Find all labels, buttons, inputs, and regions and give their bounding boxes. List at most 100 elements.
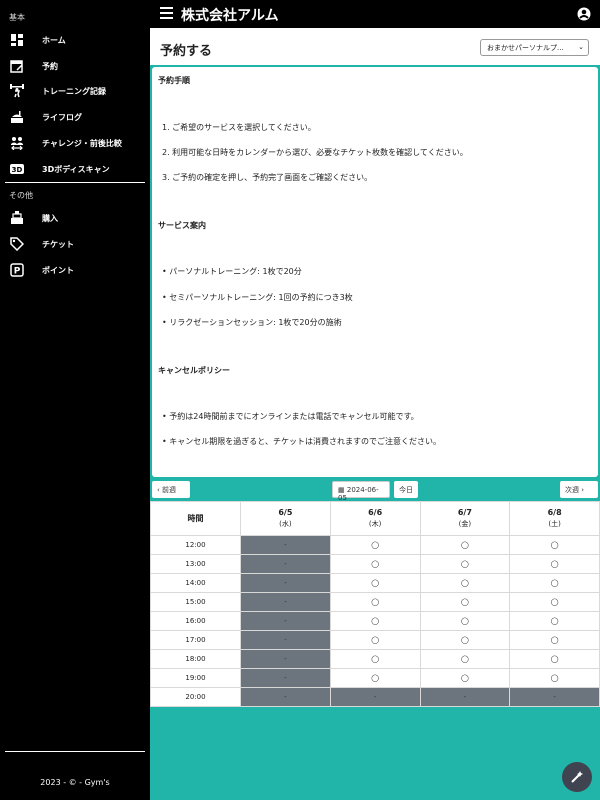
slot-available[interactable]: ◯ [329, 554, 421, 574]
day-header: 6/7 (金) [419, 501, 511, 536]
calendar-icon: ▦ [338, 486, 345, 494]
time-cell: 18:00 [150, 649, 241, 669]
time-cell: 19:00 [150, 668, 241, 688]
time-cell: 12:00 [150, 535, 241, 555]
day-of-week: (水) [279, 520, 292, 528]
sidebar-item-label: ポイント [42, 266, 74, 275]
account-circle-icon[interactable] [577, 7, 591, 21]
sidebar-item-label: 3Dボディスキャン [42, 165, 110, 174]
slot-unavailable: - [240, 630, 331, 650]
slot-available[interactable]: ◯ [329, 592, 421, 612]
day-of-week: (金) [458, 520, 472, 528]
top-app-bar: 株式会社アルム [150, 0, 600, 28]
table-row: 13:00- ◯ ◯ ◯ [150, 554, 600, 574]
next-week-button[interactable]: 次週 › [560, 481, 598, 498]
slot-available[interactable]: ◯ [419, 592, 511, 612]
slot-available[interactable]: ◯ [509, 554, 600, 574]
dashboard-icon [11, 34, 23, 46]
sidebar-item-label: チャレンジ・前後比較 [42, 139, 122, 148]
sidebar-item-label: ホーム [42, 36, 66, 45]
slot-available[interactable]: ◯ [509, 668, 600, 688]
slot-available[interactable]: ◯ [329, 649, 421, 669]
prev-week-button[interactable]: ‹ 前週 [152, 481, 190, 498]
sidebar-divider [5, 751, 145, 752]
day-date: 6/5 [278, 508, 293, 517]
slot-unavailable: - [240, 573, 331, 593]
slot-unavailable: - [240, 535, 331, 555]
sidebar-item-label: ライフログ [42, 113, 82, 122]
slot-unavailable: - [329, 687, 421, 707]
today-button[interactable]: 今日 [394, 481, 418, 498]
sidebar-item-home[interactable]: ホーム [0, 28, 150, 52]
sidebar-item-3d-scan[interactable]: 3D 3Dボディスキャン [0, 157, 150, 181]
wand-icon [571, 771, 583, 783]
slot-available[interactable]: ◯ [419, 573, 511, 593]
slot-unavailable: - [240, 649, 331, 669]
sidebar-item-lifelog[interactable]: ライフログ [0, 105, 150, 129]
next-week-label: 次週 [565, 486, 579, 494]
day-header: 6/6 (木) [329, 501, 421, 536]
time-cell: 20:00 [150, 687, 241, 707]
slot-unavailable: - [240, 611, 331, 631]
sidebar-item-reservation[interactable]: 予約 [0, 54, 150, 78]
slot-available[interactable]: ◯ [509, 592, 600, 612]
table-row: 20:00- - - - [150, 687, 600, 707]
sidebar-item-challenge[interactable]: チャレンジ・前後比較 [0, 131, 150, 155]
day-date: 6/7 [457, 508, 472, 517]
calendar-edit-icon [10, 60, 23, 73]
reservation-info-card: 予約手順 1. ご希望のサービスを選択してください。 2. 利用可能な日時をカレ… [152, 67, 598, 477]
food-icon [11, 111, 23, 123]
slot-available[interactable]: ◯ [419, 649, 511, 669]
slot-available[interactable]: ◯ [509, 611, 600, 631]
hamburger-menu-icon[interactable] [160, 7, 173, 19]
sidebar-item-ticket[interactable]: チケット [0, 232, 150, 256]
3d-icon: 3D [10, 164, 24, 174]
sidebar-item-training-log[interactable]: トレーニング記録 [0, 79, 150, 103]
ticket-tag-icon [10, 237, 24, 251]
sidebar-item-points[interactable]: P ポイント [0, 258, 150, 282]
slot-unavailable: - [240, 554, 331, 574]
slot-unavailable: - [509, 687, 600, 707]
step-item: 3. ご予約の確定を押し、予約完了画面をご確認ください。 [162, 173, 373, 182]
slot-available[interactable]: ◯ [329, 668, 421, 688]
sidebar-item-label: 予約 [42, 62, 58, 71]
table-row: 15:00- ◯ ◯ ◯ [150, 592, 600, 612]
step-item: 1. ご希望のサービスを選択してください。 [162, 123, 316, 132]
slot-available[interactable]: ◯ [329, 630, 421, 650]
slot-available[interactable]: ◯ [419, 554, 511, 574]
slot-available[interactable]: ◯ [419, 630, 511, 650]
sidebar-footer: 2023 - © - Gym's [40, 778, 110, 787]
service-item: • セミパーソナルトレーニング: 1回の予約につき3枚 [162, 293, 353, 302]
edit-fab-button[interactable] [562, 762, 592, 792]
svg-text:P: P [14, 267, 21, 277]
service-item: • リラクゼーションセッション: 1枚で20分の施術 [162, 318, 342, 327]
slot-available[interactable]: ◯ [509, 573, 600, 593]
prev-week-label: 前週 [162, 486, 177, 494]
slot-available[interactable]: ◯ [419, 535, 511, 555]
time-cell: 17:00 [150, 630, 241, 650]
slot-available[interactable]: ◯ [419, 611, 511, 631]
section-label-basic: 基本 [9, 13, 25, 22]
chevron-down-icon: ⌄ [578, 43, 584, 51]
table-row: 17:00- ◯ ◯ ◯ [150, 630, 600, 650]
table-row: 14:00- ◯ ◯ ◯ [150, 573, 600, 593]
schedule-body: 12:00- ◯ ◯ ◯ 13:00- ◯ ◯ ◯ 14:00- ◯ ◯ ◯ 15:00- ◯ ◯ ◯ 16:0… [150, 535, 600, 707]
slot-available[interactable]: ◯ [329, 611, 421, 631]
service-item: • パーソナルトレーニング: 1枚で20分 [162, 267, 302, 276]
slot-available[interactable]: ◯ [509, 649, 600, 669]
service-select[interactable]: おまかせパーソナルプ... ⌄ [480, 39, 589, 56]
chevron-right-icon: › [581, 486, 585, 494]
table-row: 19:00- ◯ ◯ ◯ [150, 668, 600, 688]
slot-available[interactable]: ◯ [329, 535, 421, 555]
slot-available[interactable]: ◯ [329, 573, 421, 593]
slot-available[interactable]: ◯ [509, 535, 600, 555]
day-of-week: (木) [368, 520, 382, 528]
service-select-value: おまかせパーソナルプ... [487, 44, 564, 52]
sidebar-item-purchase[interactable]: 購入 [0, 206, 150, 230]
slot-available[interactable]: ◯ [419, 668, 511, 688]
date-picker[interactable]: ▦ 2024-06-05 [332, 481, 390, 502]
slot-available[interactable]: ◯ [509, 630, 600, 650]
time-cell: 16:00 [150, 611, 241, 631]
step-item: 2. 利用可能な日時をカレンダーから選び、必要なチケット枚数を確認してください。 [162, 148, 468, 157]
day-header: 6/8 (土) [509, 501, 600, 536]
